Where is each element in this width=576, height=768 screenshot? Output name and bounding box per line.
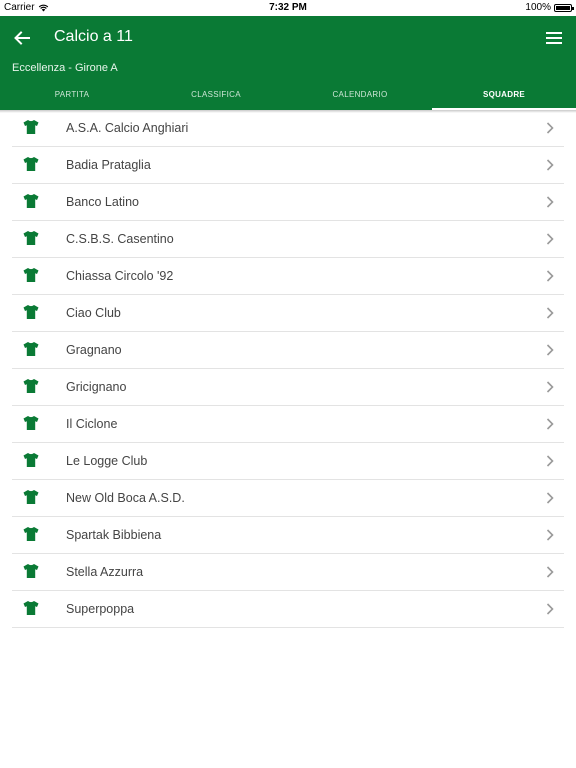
shirt-icon <box>23 157 39 171</box>
tab-squadre[interactable]: SQUADRE <box>432 80 576 110</box>
shirt-icon <box>23 342 39 356</box>
team-name: Spartak Bibbiena <box>66 528 162 542</box>
chevron-right-icon <box>546 566 554 578</box>
list-item[interactable]: Banco Latino <box>12 184 564 221</box>
team-name: Le Logge Club <box>66 454 148 468</box>
tab-classifica[interactable]: CLASSIFICA <box>144 80 288 110</box>
shirt-icon <box>23 268 39 282</box>
team-name: Ciao Club <box>66 306 121 320</box>
list-item[interactable]: Chiassa Circolo '92 <box>12 258 564 295</box>
chevron-right-icon <box>546 603 554 615</box>
shirt-icon <box>23 416 39 430</box>
status-time: 7:32 PM <box>269 2 307 13</box>
chevron-right-icon <box>546 307 554 319</box>
tab-bar: PARTITA CLASSIFICA CALENDARIO SQUADRE <box>0 80 576 110</box>
shirt-icon <box>23 305 39 319</box>
list-item[interactable]: Stella Azzurra <box>12 554 564 591</box>
list-item[interactable]: A.S.A. Calcio Anghiari <box>12 110 564 147</box>
chevron-right-icon <box>546 455 554 467</box>
team-name: Stella Azzurra <box>66 565 144 579</box>
list-item[interactable]: Gragnano <box>12 332 564 369</box>
app-bar: Calcio a 11 Eccellenza - Girone A PARTIT… <box>0 16 576 110</box>
team-name: Chiassa Circolo '92 <box>66 269 174 283</box>
shirt-icon <box>23 120 39 134</box>
battery-icon <box>554 3 574 12</box>
chevron-right-icon <box>546 418 554 430</box>
team-name: Banco Latino <box>66 195 139 209</box>
chevron-right-icon <box>546 122 554 134</box>
team-name: Gragnano <box>66 343 122 357</box>
tab-partita[interactable]: PARTITA <box>0 80 144 110</box>
team-name: A.S.A. Calcio Anghiari <box>66 121 189 135</box>
list-item[interactable]: New Old Boca A.S.D. <box>12 480 564 517</box>
shirt-icon <box>23 194 39 208</box>
league-subtitle: Eccellenza - Girone A <box>12 62 118 74</box>
list-item[interactable]: Gricignano <box>12 369 564 406</box>
shirt-icon <box>23 453 39 467</box>
chevron-right-icon <box>546 344 554 356</box>
page-title: Calcio a 11 <box>54 28 133 45</box>
shirt-icon <box>23 601 39 615</box>
battery-indicator: 100% <box>525 2 574 13</box>
team-name: C.S.B.S. Casentino <box>66 232 174 246</box>
list-item[interactable]: Superpoppa <box>12 591 564 628</box>
shirt-icon <box>23 490 39 504</box>
list-item[interactable]: Ciao Club <box>12 295 564 332</box>
list-item[interactable]: Spartak Bibbiena <box>12 517 564 554</box>
shirt-icon <box>23 564 39 578</box>
chevron-right-icon <box>546 159 554 171</box>
back-arrow-icon[interactable] <box>12 28 32 48</box>
chevron-right-icon <box>546 381 554 393</box>
tab-calendario[interactable]: CALENDARIO <box>288 80 432 110</box>
chevron-right-icon <box>546 529 554 541</box>
list-item[interactable]: Badia Prataglia <box>12 147 564 184</box>
team-name: Gricignano <box>66 380 127 394</box>
team-list: A.S.A. Calcio Anghiari Badia Prataglia B… <box>0 110 576 628</box>
list-item[interactable]: Le Logge Club <box>12 443 564 480</box>
team-name: Superpoppa <box>66 602 135 616</box>
team-name: Badia Prataglia <box>66 158 151 172</box>
status-bar: Carrier 7:32 PM 100% <box>0 0 576 16</box>
chevron-right-icon <box>546 233 554 245</box>
shirt-icon <box>23 527 39 541</box>
team-name: Il Ciclone <box>66 417 118 431</box>
list-item[interactable]: Il Ciclone <box>12 406 564 443</box>
chevron-right-icon <box>546 270 554 282</box>
shirt-icon <box>23 379 39 393</box>
battery-label: 100% <box>525 2 551 13</box>
chevron-right-icon <box>546 492 554 504</box>
shirt-icon <box>23 231 39 245</box>
list-item[interactable]: C.S.B.S. Casentino <box>12 221 564 258</box>
hamburger-menu-icon[interactable] <box>544 29 564 47</box>
team-name: New Old Boca A.S.D. <box>66 491 185 505</box>
chevron-right-icon <box>546 196 554 208</box>
